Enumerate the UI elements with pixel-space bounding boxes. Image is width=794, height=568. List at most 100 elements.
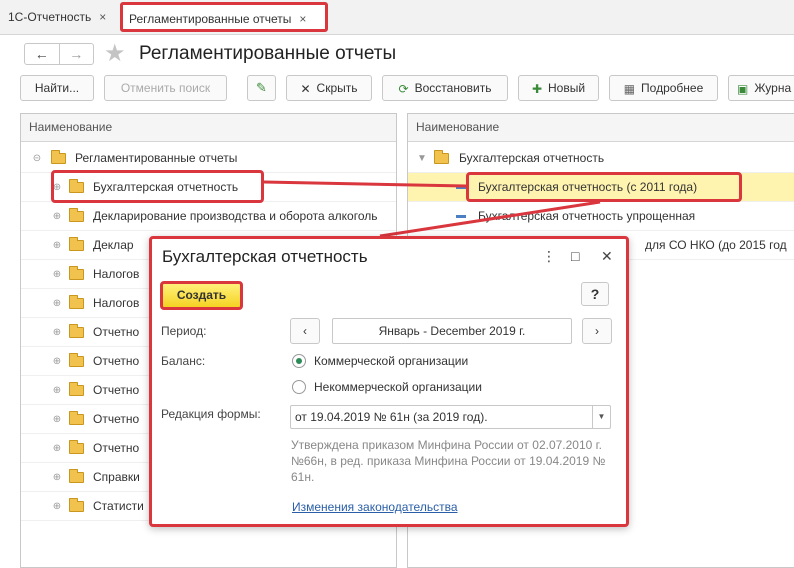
nav-buttons: ← → [24, 43, 94, 65]
folder-icon [69, 237, 84, 251]
folder-icon [69, 353, 84, 367]
approval-note: Утверждена приказом Минфина России от 02… [291, 438, 606, 484]
page-header: ← → ★ Регламентированные отчеты [0, 35, 794, 73]
balance-label: Баланс: [161, 354, 206, 368]
folder-icon [69, 295, 84, 309]
list-item-label: для СО НКО (до 2015 год [645, 238, 787, 252]
period-field[interactable]: Январь - December 2019 г. [332, 318, 572, 344]
period-prev-button[interactable]: ‹ [290, 318, 320, 344]
journal-icon: ▣ [737, 81, 749, 96]
new-document-icon: ✚ [531, 81, 542, 96]
period-next-button[interactable]: › [582, 318, 612, 344]
tab-bar: 1С-Отчетность × Регламентированные отчеты… [0, 0, 794, 35]
new-button[interactable]: ✚ Новый [518, 75, 599, 101]
law-changes-link[interactable]: Изменения законодательства [292, 500, 458, 514]
expand-icon[interactable]: ⊕ [51, 260, 63, 288]
find-button[interactable]: Найти... [20, 75, 94, 101]
tree-root-label: Регламентированные отчеты [75, 151, 238, 165]
column-header: Наименование [408, 114, 794, 142]
report-icon [456, 186, 466, 189]
folder-icon [51, 150, 66, 164]
expand-icon[interactable]: ⊕ [51, 434, 63, 462]
tree-item-label: Отчетно [93, 354, 140, 368]
tree-root-row[interactable]: ⊝ Регламентированные отчеты [21, 144, 396, 173]
edit-button[interactable]: ✎ [247, 75, 276, 101]
tab-regulated-reports[interactable]: Регламентированные отчеты × [120, 2, 328, 32]
folder-icon [69, 208, 84, 222]
tree-item-label: Отчетно [93, 325, 140, 339]
triangle-down-icon[interactable]: ▼ [416, 144, 428, 172]
tree-item-label: Налогов [93, 267, 140, 281]
hide-button[interactable]: ✕ Скрыть [286, 75, 372, 101]
maximize-icon[interactable]: □ [571, 247, 579, 265]
group-row[interactable]: ▼ Бухгалтерская отчетность [408, 144, 794, 173]
restore-label: Восстановить [414, 81, 492, 95]
details-button[interactable]: ▦ Подробнее [609, 75, 718, 101]
expand-icon[interactable]: ⊕ [51, 202, 63, 230]
expand-icon[interactable]: ⊕ [51, 405, 63, 433]
journal-label: Журна [754, 81, 792, 95]
radio-noncommercial-label[interactable]: Некоммерческой организации [314, 380, 482, 394]
radio-noncommercial[interactable] [292, 380, 306, 394]
radio-commercial-label[interactable]: Коммерческой организации [314, 354, 468, 368]
tab-label: 1С-Отчетность [8, 10, 92, 24]
folder-icon [69, 498, 84, 512]
expand-icon[interactable]: ⊕ [51, 347, 63, 375]
star-icon[interactable]: ★ [104, 40, 126, 68]
arrow-left-icon: ← [34, 46, 49, 62]
chevron-down-icon[interactable]: ▼ [592, 406, 610, 428]
tree-item-label: Отчетно [93, 412, 140, 426]
highlight-frame-right [466, 172, 742, 202]
restore-button[interactable]: ⟳ Восстановить [382, 75, 508, 101]
arrow-right-icon: → [69, 46, 84, 62]
radio-commercial[interactable] [292, 354, 306, 368]
period-label: Период: [161, 324, 207, 338]
more-icon[interactable]: ⋮ [542, 247, 556, 265]
expand-icon[interactable]: ⊕ [51, 376, 63, 404]
pencil-icon: ✎ [256, 80, 267, 95]
form-edition-select[interactable]: от 19.04.2019 № 61н (за 2019 год). ▼ [290, 405, 611, 429]
new-label: Новый [548, 81, 586, 95]
list-item[interactable]: Бухгалтерская отчетность упрощенная [408, 202, 794, 231]
report-dialog: Бухгалтерская отчетность ⋮ □ ✕ Создать ?… [149, 236, 629, 527]
expand-icon[interactable]: ⊕ [51, 289, 63, 317]
folder-icon [69, 382, 84, 396]
tree-row[interactable]: ⊕ Декларирование производства и оборота … [21, 202, 396, 231]
tree-item-label: Декларирование производства и оборота ал… [93, 209, 378, 223]
tree-item-label: Справки [93, 470, 140, 484]
tab-label: Регламентированные отчеты [129, 12, 292, 26]
folder-icon [69, 266, 84, 280]
tree-item-label: Статисти [93, 499, 144, 513]
folder-icon [69, 324, 84, 338]
forward-button[interactable]: → [58, 44, 94, 64]
close-icon: ✕ [300, 81, 311, 96]
cancel-search-button[interactable]: Отменить поиск [104, 75, 227, 101]
expand-icon[interactable]: ⊕ [51, 492, 63, 520]
tab-1c-reporting[interactable]: 1С-Отчетность × [2, 4, 112, 30]
help-button[interactable]: ? [581, 282, 609, 306]
back-button[interactable]: ← [25, 44, 59, 64]
expand-icon[interactable]: ⊕ [51, 231, 63, 259]
chevron-right-icon: › [595, 324, 599, 338]
close-icon[interactable]: × [299, 12, 306, 26]
restore-icon: ⟳ [398, 81, 409, 96]
tree-item-label: Деклар [93, 238, 134, 252]
close-icon[interactable]: × [99, 10, 106, 24]
list-item-label: Бухгалтерская отчетность упрощенная [478, 209, 696, 223]
create-button[interactable]: Создать [160, 281, 243, 310]
expand-icon[interactable]: ⊕ [51, 318, 63, 346]
close-icon[interactable]: ✕ [601, 247, 613, 265]
dialog-title: Бухгалтерская отчетность [162, 247, 368, 266]
collapse-icon[interactable]: ⊝ [31, 144, 43, 172]
folder-icon [69, 411, 84, 425]
form-edition-value: от 19.04.2019 № 61н (за 2019 год). [295, 410, 488, 424]
tree-item-label: Налогов [93, 296, 140, 310]
details-icon: ▦ [623, 81, 636, 96]
expand-icon[interactable]: ⊕ [51, 463, 63, 491]
page-title: Регламентированные отчеты [139, 43, 397, 64]
tree-item-label: Отчетно [93, 441, 140, 455]
chevron-left-icon: ‹ [303, 324, 307, 338]
hide-label: Скрыть [316, 81, 358, 95]
folder-icon [434, 150, 449, 164]
journal-button[interactable]: ▣ Журна [728, 75, 794, 101]
